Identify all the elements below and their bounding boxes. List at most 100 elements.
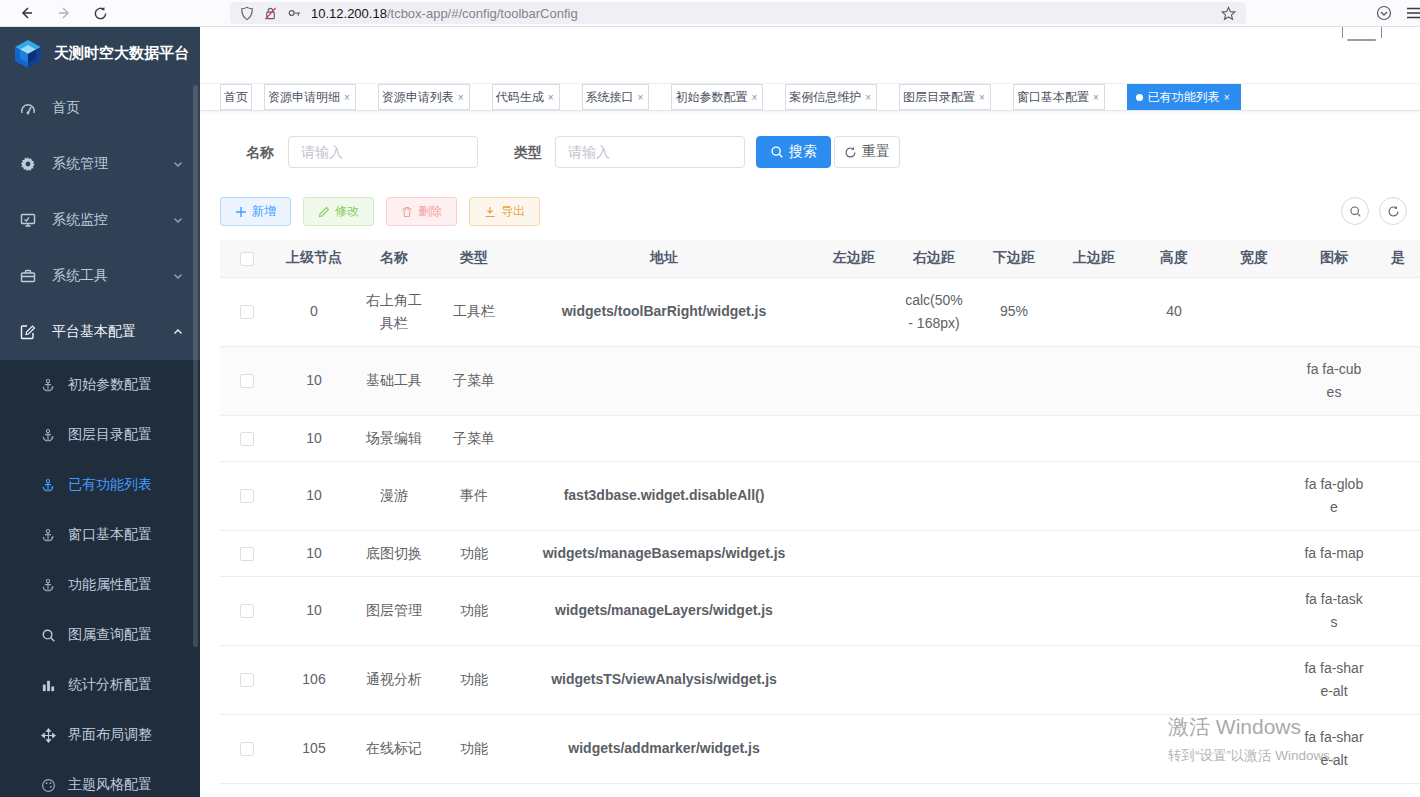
sidebar-subitem-5[interactable]: 图属查询配置 <box>0 610 200 660</box>
table-refresh-button[interactable] <box>1379 197 1407 225</box>
name-filter-input[interactable] <box>288 136 478 168</box>
sidebar-subitem-label: 初始参数配置 <box>68 376 152 394</box>
sidebar-menu: 首页系统管理系统监控系统工具平台基本配置 <box>0 80 200 360</box>
sidebar-item-3[interactable]: 系统工具 <box>0 248 200 304</box>
export-button[interactable]: 导出 <box>469 197 540 226</box>
add-button[interactable]: 新增 <box>220 197 291 226</box>
forward-icon[interactable] <box>55 3 75 23</box>
type-filter-input[interactable] <box>555 136 745 168</box>
tab-close-icon[interactable]: × <box>1093 92 1101 103</box>
row-checkbox[interactable] <box>240 547 254 561</box>
tab-close-icon[interactable]: × <box>979 92 987 103</box>
tab-3[interactable]: 代码生成× <box>492 84 560 110</box>
tab-close-icon[interactable]: × <box>548 92 556 103</box>
select-all-checkbox[interactable] <box>240 252 254 266</box>
table-row-2[interactable]: 10场景编辑子菜单 <box>220 415 1420 461</box>
tab-9[interactable]: 已有功能列表× <box>1127 84 1241 110</box>
tab-close-icon[interactable]: × <box>638 92 646 103</box>
cell-parent: 105 <box>274 714 354 783</box>
cell-left <box>814 530 894 576</box>
tab-close-icon[interactable]: × <box>751 92 759 103</box>
tab-close-icon[interactable]: × <box>865 92 873 103</box>
anchor-icon <box>40 528 56 543</box>
table-row-4[interactable]: 10底图切换功能widgets/manageBasemaps/widget.js… <box>220 530 1420 576</box>
cell-name: 右上角工具栏 <box>354 277 434 346</box>
url-bar[interactable]: 10.12.200.18/tcbox-app/#/config/toolbarC… <box>230 2 1246 24</box>
tab-5[interactable]: 初始参数配置× <box>671 84 763 110</box>
sidebar-subitem-1[interactable]: 图层目录配置 <box>0 410 200 460</box>
cell-visible <box>1374 277 1420 346</box>
reset-button[interactable]: 重置 <box>834 136 900 168</box>
cell-address: widgets/manageLayers/widget.js <box>514 576 814 645</box>
tab-close-icon[interactable]: × <box>1224 92 1232 103</box>
menu-hamburger-icon[interactable] <box>1404 3 1420 23</box>
sidebar-subitem-8[interactable]: 主题风格配置 <box>0 760 200 797</box>
sidebar-subitem-2[interactable]: 已有功能列表 <box>0 460 200 510</box>
pocket-icon[interactable] <box>1374 3 1394 23</box>
row-checkbox[interactable] <box>240 305 254 319</box>
sidebar-subitem-7[interactable]: 界面布局调整 <box>0 710 200 760</box>
table-search-toggle-button[interactable] <box>1341 197 1369 225</box>
table-row-6[interactable]: 106通视分析功能widgetsTS/viewAnalysis/widget.j… <box>220 645 1420 714</box>
monitor-icon <box>20 212 36 228</box>
sidebar-subitem-3[interactable]: 窗口基本配置 <box>0 510 200 560</box>
cell-top <box>1054 576 1134 645</box>
sidebar-item-0[interactable]: 首页 <box>0 80 200 136</box>
bookmark-star-icon[interactable] <box>1221 6 1236 21</box>
row-checkbox[interactable] <box>240 673 254 687</box>
sidebar-subitem-6[interactable]: 统计分析配置 <box>0 660 200 710</box>
search-button[interactable]: 搜索 <box>756 136 831 168</box>
sidebar-scrollbar-thumb[interactable] <box>193 85 198 647</box>
sidebar-item-label: 平台基本配置 <box>52 323 136 341</box>
tab-close-icon[interactable]: × <box>344 92 352 103</box>
table-row-1[interactable]: 10基础工具子菜单fa fa-cubes <box>220 346 1420 415</box>
sidebar-item-1[interactable]: 系统管理 <box>0 136 200 192</box>
row-checkbox[interactable] <box>240 742 254 756</box>
header-widget-fragment <box>1342 27 1382 38</box>
row-checkbox[interactable] <box>240 604 254 618</box>
tab-2[interactable]: 资源申请列表× <box>378 84 470 110</box>
table-row-0[interactable]: 0右上角工具栏工具栏widgets/toolBarRight/widget.js… <box>220 277 1420 346</box>
row-checkbox[interactable] <box>240 432 254 446</box>
sidebar-item-2[interactable]: 系统监控 <box>0 192 200 248</box>
table-row-7[interactable]: 105在线标记功能widgets/addmarker/widget.jsfa f… <box>220 714 1420 783</box>
logo-cube-icon <box>12 38 44 70</box>
row-checkbox[interactable] <box>240 489 254 503</box>
cell-width <box>1214 461 1294 530</box>
sidebar-subitem-0[interactable]: 初始参数配置 <box>0 360 200 410</box>
cell-name: 基础工具 <box>354 346 434 415</box>
anchor-icon <box>40 478 56 493</box>
table-row-5[interactable]: 10图层管理功能widgets/manageLayers/widget.jsfa… <box>220 576 1420 645</box>
cell-type: 子菜单 <box>434 346 514 415</box>
shield-icon[interactable] <box>240 6 254 21</box>
tab-label: 首页 <box>224 89 248 106</box>
blocked-lock-icon[interactable] <box>263 6 278 21</box>
cell-height <box>1134 645 1214 714</box>
cell-parent: 10 <box>274 346 354 415</box>
sidebar-subitem-4[interactable]: 功能属性配置 <box>0 560 200 610</box>
cell-type: 功能 <box>434 576 514 645</box>
table-row-3[interactable]: 10漫游事件fast3dbase.widget.disableAll()fa f… <box>220 461 1420 530</box>
tab-0[interactable]: 首页 <box>220 84 252 110</box>
back-icon[interactable] <box>16 3 36 23</box>
cell-width <box>1214 576 1294 645</box>
tab-1[interactable]: 资源申请明细× <box>264 84 356 110</box>
tab-6[interactable]: 案例信息维护× <box>785 84 877 110</box>
app-logo: 天测时空大数据平台 <box>0 27 200 80</box>
tab-8[interactable]: 窗口基本配置× <box>1013 84 1105 110</box>
cell-left <box>814 576 894 645</box>
url-text: 10.12.200.18/tcbox-app/#/config/toolbarC… <box>311 6 578 21</box>
reload-icon[interactable] <box>90 3 110 23</box>
cell-bottom <box>974 346 1054 415</box>
cell-top <box>1054 645 1134 714</box>
key-icon[interactable] <box>287 7 302 19</box>
tab-7[interactable]: 图层目录配置× <box>899 84 991 110</box>
tab-close-icon[interactable]: × <box>458 92 466 103</box>
sidebar-item-4[interactable]: 平台基本配置 <box>0 304 200 360</box>
row-checkbox[interactable] <box>240 374 254 388</box>
cell-visible <box>1374 461 1420 530</box>
sidebar-subitem-label: 窗口基本配置 <box>68 526 152 544</box>
modify-button[interactable]: 修改 <box>303 197 374 226</box>
tab-4[interactable]: 系统接口× <box>582 84 650 110</box>
delete-button[interactable]: 删除 <box>386 197 457 226</box>
